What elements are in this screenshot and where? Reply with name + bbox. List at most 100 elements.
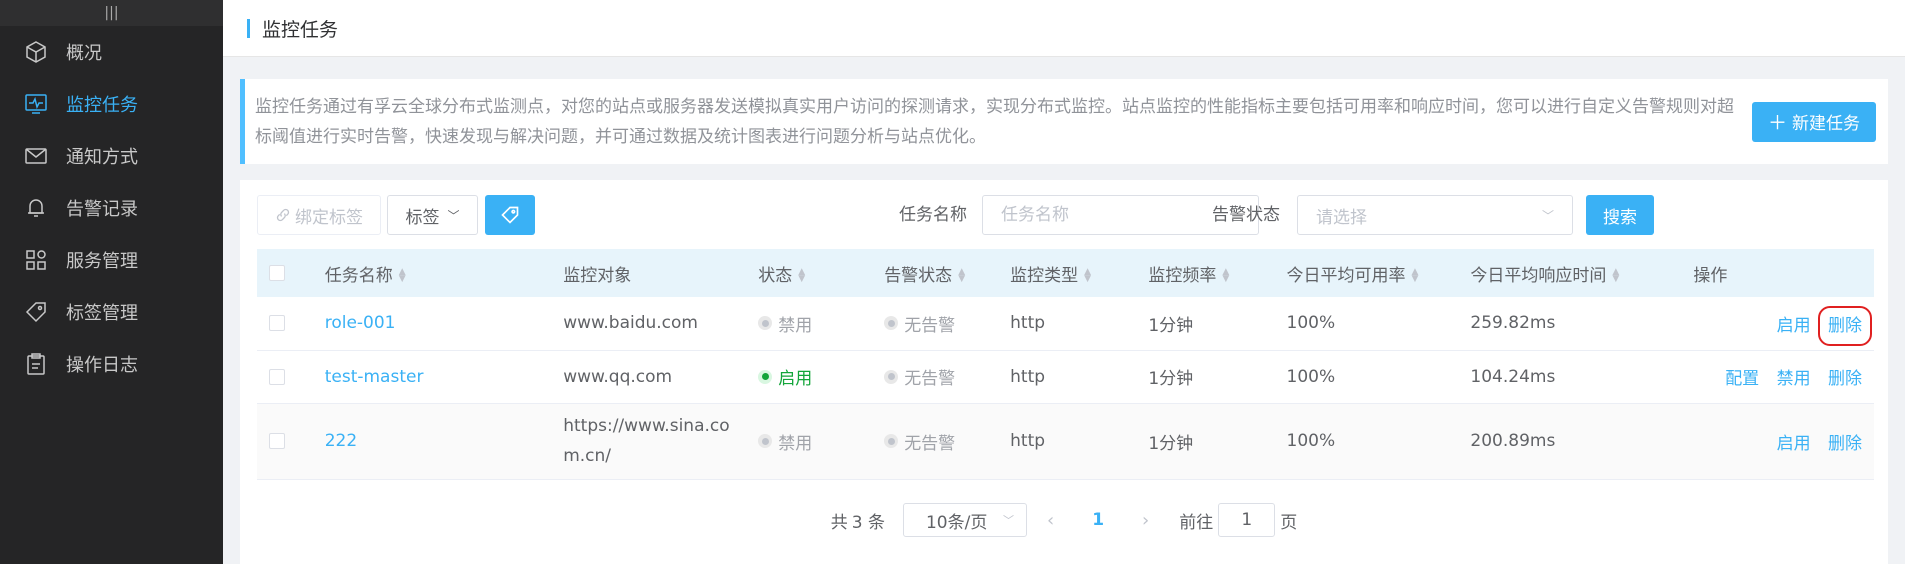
delete-link[interactable]: 删除 — [1828, 434, 1862, 454]
sort-icon[interactable]: ▲ ▼ — [399, 267, 406, 283]
header-label: 状态 — [758, 265, 793, 286]
sidebar-item-service-management[interactable]: 服务管理 — [0, 234, 223, 286]
page-size-select[interactable]: 10条/页 ﹀ — [902, 503, 1027, 537]
alert-text: 无告警 — [904, 315, 956, 336]
header-task-name[interactable]: 任务名称 ▲ ▼ — [312, 249, 552, 297]
sidebar-collapse-toggle[interactable]: ||| — [0, 0, 223, 26]
target-cell: https://www.sina.com.cn/ — [551, 403, 747, 480]
monitor-icon — [24, 92, 48, 116]
disable-link[interactable]: 禁用 — [1777, 369, 1811, 389]
chevron-down-icon: ﹀ — [447, 208, 460, 223]
sort-icon[interactable]: ▲ ▼ — [1412, 267, 1419, 283]
goto-prefix: 前往 — [1179, 512, 1214, 533]
envelope-icon — [24, 144, 48, 168]
select-all-checkbox[interactable] — [269, 265, 285, 281]
task-name-link[interactable]: test-master — [325, 367, 424, 387]
tag-filter-button[interactable] — [485, 195, 535, 235]
page-number-current[interactable]: 1 — [1092, 510, 1104, 530]
task-name-link[interactable]: 222 — [325, 431, 357, 451]
bind-tag-button[interactable]: 绑定标签 — [257, 195, 381, 235]
frequency-cell: 1分钟 — [1136, 350, 1275, 404]
alert-status-placeholder: 请选择 — [1316, 207, 1367, 228]
status-cell: 禁用 — [746, 297, 873, 351]
enable-link[interactable]: 启用 — [1777, 316, 1811, 336]
table-row: role-001 www.baidu.com 禁用 无告警 http 1分钟 1… — [257, 297, 1874, 351]
status-dot-icon — [758, 316, 773, 331]
task-name-cell: 222 — [312, 403, 552, 480]
row-checkbox[interactable] — [269, 368, 285, 385]
goto-suffix: 页 — [1280, 512, 1298, 533]
sidebar-item-label: 告警记录 — [66, 199, 138, 220]
sort-icon[interactable]: ▲ ▼ — [798, 267, 805, 283]
type-cell: http — [998, 403, 1137, 480]
sidebar-item-operation-log[interactable]: 操作日志 — [0, 338, 223, 390]
sort-icon[interactable]: ▲ ▼ — [1612, 267, 1619, 283]
header-availability[interactable]: 今日平均可用率 ▲ ▼ — [1274, 249, 1459, 297]
header-status[interactable]: 状态 ▲ ▼ — [746, 249, 873, 297]
sidebar-item-tag-management[interactable]: 标签管理 — [0, 286, 223, 338]
alert-status-label: 告警状态 — [1212, 205, 1280, 225]
toolbar: 绑定标签 标签 ﹀ 任务名称 告警状态 请选择 ﹀ 搜索 — [257, 195, 1874, 235]
alert-text: 无告警 — [904, 433, 956, 454]
task-name-link[interactable]: role-001 — [325, 313, 396, 333]
task-name-cell: role-001 — [312, 297, 552, 351]
status-text: 启用 — [778, 369, 813, 389]
type-cell: http — [998, 350, 1137, 404]
page-header: 监控任务 — [223, 0, 1905, 57]
sidebar-item-monitor-tasks[interactable]: 监控任务 — [0, 78, 223, 130]
alert-cell: 无告警 — [872, 403, 999, 480]
row-select-cell — [257, 403, 313, 480]
sidebar-item-label: 通知方式 — [66, 147, 138, 168]
clipboard-icon — [24, 352, 48, 376]
row-checkbox[interactable] — [269, 315, 285, 332]
search-button[interactable]: 搜索 — [1586, 195, 1654, 235]
next-page-icon[interactable]: › — [1142, 510, 1149, 531]
actions-cell: 启用 删除 — [1681, 403, 1874, 480]
header-label: 操作 — [1693, 265, 1728, 286]
title-accent-bar — [247, 18, 250, 38]
task-panel: 绑定标签 标签 ﹀ 任务名称 告警状态 请选择 ﹀ 搜索 — [240, 180, 1888, 564]
row-select-cell — [257, 350, 313, 404]
alert-cell: 无告警 — [872, 350, 999, 404]
new-task-label: 新建任务 — [1792, 114, 1860, 134]
total-count: 3 条 — [852, 508, 885, 533]
sort-icon[interactable]: ▲ ▼ — [1222, 267, 1229, 283]
plus-icon: ＋ — [1767, 112, 1787, 134]
tag-dropdown-label: 标签 — [405, 207, 440, 228]
sidebar: ||| 概况 监控任务 通知方式 告警记录 服务管理 标签管理 操作日志 — [0, 0, 223, 564]
header-response-time[interactable]: 今日平均响应时间 ▲ ▼ — [1458, 249, 1682, 297]
bell-icon — [24, 196, 48, 220]
sidebar-item-label: 服务管理 — [66, 251, 138, 272]
availability-cell: 100% — [1274, 350, 1459, 404]
delete-link[interactable]: 删除 — [1828, 369, 1862, 389]
sort-icon[interactable]: ▲ ▼ — [958, 267, 965, 283]
enable-link[interactable]: 启用 — [1777, 434, 1811, 454]
prev-page-icon[interactable]: ‹ — [1047, 510, 1054, 531]
configure-link[interactable]: 配置 — [1725, 369, 1759, 389]
header-label: 今日平均响应时间 — [1470, 265, 1607, 286]
row-checkbox[interactable] — [269, 433, 285, 449]
delete-link[interactable]: 删除 — [1818, 305, 1872, 346]
tag-dropdown[interactable]: 标签 ﹀ — [387, 195, 478, 235]
sidebar-item-alert-records[interactable]: 告警记录 — [0, 182, 223, 234]
status-badge: 禁用 — [758, 311, 812, 336]
alert-status-select[interactable]: 请选择 ﹀ — [1297, 195, 1573, 235]
sort-icon[interactable]: ▲ ▼ — [1084, 267, 1091, 283]
header-frequency[interactable]: 监控频率 ▲ ▼ — [1136, 249, 1275, 297]
status-text: 禁用 — [778, 315, 813, 336]
sidebar-item-overview[interactable]: 概况 — [0, 26, 223, 78]
chevron-down-icon: ﹀ — [1541, 208, 1554, 223]
header-select-all[interactable] — [257, 249, 313, 297]
sidebar-item-notification[interactable]: 通知方式 — [0, 130, 223, 182]
status-cell: 禁用 — [746, 403, 873, 480]
goto-page-input[interactable] — [1218, 503, 1276, 537]
header-monitor-type[interactable]: 监控类型 ▲ ▼ — [998, 249, 1137, 297]
availability-cell: 100% — [1274, 297, 1459, 351]
alert-badge: 无告警 — [884, 364, 955, 389]
target-cell: www.baidu.com — [551, 297, 747, 351]
new-task-button[interactable]: ＋ 新建任务 — [1752, 101, 1876, 142]
table-row: test-master www.qq.com 启用 无告警 http 1分钟 1… — [257, 350, 1874, 404]
chevron-down-icon: ﹀ — [1002, 514, 1014, 527]
header-alert-status[interactable]: 告警状态 ▲ ▼ — [872, 249, 999, 297]
response-cell: 200.89ms — [1458, 403, 1682, 480]
